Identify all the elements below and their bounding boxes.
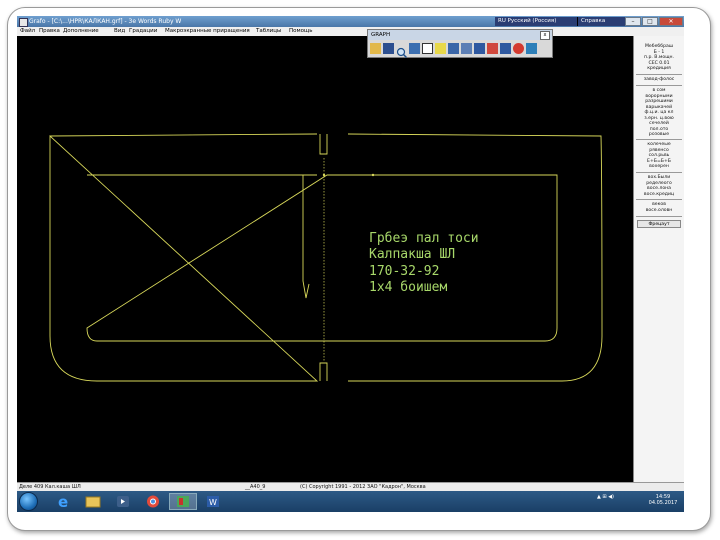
print-icon[interactable] xyxy=(409,43,420,54)
panel-block-2: завод-фолос xyxy=(636,77,682,83)
word-icon[interactable]: W xyxy=(199,493,227,510)
help-label[interactable]: Справка xyxy=(577,17,629,26)
grafo-icon[interactable] xyxy=(169,493,197,510)
svg-text:e: e xyxy=(58,493,68,510)
media-icon[interactable] xyxy=(109,493,137,510)
ref-point xyxy=(371,173,375,177)
save-icon[interactable] xyxy=(383,43,394,54)
tools-icon[interactable] xyxy=(461,43,472,54)
properties-panel: Мебеббраш Б - 1 п.р. В.мощн. СЕС 0.01 кр… xyxy=(633,36,684,482)
menu-gradations[interactable]: Градации xyxy=(129,27,157,36)
panel-action-button[interactable]: Фрецаут xyxy=(637,220,681,228)
drawing-text-line-3: 170-32-92 xyxy=(369,264,439,279)
clock[interactable]: 14:59 04.05.2017 xyxy=(643,494,683,506)
drawing-text-line-2: Калпакша ШЛ xyxy=(369,247,455,262)
window-title: Grafo - [C:\...\HPR\КАЛКАН.grf] - 3e Wor… xyxy=(29,18,182,25)
drawing-text-line-4: 1x4 боишем xyxy=(369,280,447,295)
graph-toolbar[interactable]: GRAPH x xyxy=(367,29,553,59)
panel-block-6: веков восе.оловн xyxy=(636,202,682,213)
panel-text: кредиция xyxy=(647,66,671,71)
status-bar: Деле 409 Кал.каша ШЛ __А40_9 (С) Copyrig… xyxy=(17,482,684,491)
status-copyright: (С) Copyright 1991 - 2012 ЗАО "Кадрон", … xyxy=(300,484,426,490)
panel-divider xyxy=(636,172,682,173)
anchor-icon[interactable] xyxy=(487,43,498,54)
ruler-icon[interactable] xyxy=(435,43,446,54)
language-label: RU Русский (Россия) xyxy=(498,18,557,24)
menu-help[interactable]: Помощь xyxy=(289,27,312,36)
title-bar: Grafo - [C:\...\HPR\КАЛКАН.grf] - 3e Wor… xyxy=(17,16,684,27)
screen: Grafo - [C:\...\HPR\КАЛКАН.grf] - 3e Wor… xyxy=(17,16,684,512)
panel-divider xyxy=(636,216,682,217)
language-indicator[interactable]: RU Русский (Россия) Справка xyxy=(495,17,629,26)
panel-text: розовые xyxy=(648,132,670,137)
panel-block-5: вох.Были ределеого восе.лона восе.кредиц xyxy=(636,175,682,197)
panel-text: восе.оловн xyxy=(645,207,673,213)
menu-view[interactable]: Вид xyxy=(114,27,125,36)
app-icon xyxy=(19,18,28,27)
toolbar-close-button[interactable]: x xyxy=(540,31,550,40)
menu-tables[interactable]: Таблицы xyxy=(256,27,281,36)
menu-bar: Файл Правка Дополнение Вид Градации Макр… xyxy=(17,27,684,36)
chrome-icon[interactable] xyxy=(139,493,167,510)
panel-block-4: колечеые рявенсо сол.рьвь Е+Б=Б+Б вохере… xyxy=(636,142,682,170)
mail-icon[interactable] xyxy=(526,43,537,54)
open-folder-icon[interactable] xyxy=(370,43,381,54)
center-point xyxy=(322,173,326,177)
zoom-icon[interactable] xyxy=(396,43,408,59)
window-icon[interactable] xyxy=(422,43,433,54)
taskbar: e W ▲ ⊞ ◀) 14:59 04.05.2017 xyxy=(17,491,684,512)
status-middle: __А40_9 xyxy=(245,484,266,490)
toolbar-title: GRAPH xyxy=(368,30,552,40)
explorer-icon[interactable] xyxy=(79,493,107,510)
clock-date: 04.05.2017 xyxy=(648,500,678,506)
drawing-text-line-1: Грбеэ пал тоси xyxy=(369,231,479,246)
tray-icons[interactable]: ▲ ⊞ ◀) xyxy=(597,494,614,500)
panel-block-3: в сом ворорными разрешими варыкачей ф.ц.… xyxy=(636,88,682,138)
svg-text:W: W xyxy=(209,498,217,507)
panel-text: восе.кредиц xyxy=(643,191,675,197)
panel-block-1: Мебеббраш Б - 1 п.р. В.мощн. СЕС 0.01 кр… xyxy=(636,44,682,72)
top-notch xyxy=(319,134,328,155)
menu-macro[interactable]: Макроэкранные приращения xyxy=(165,27,250,36)
menu-file[interactable]: Файл xyxy=(20,27,35,36)
close-button[interactable]: ✕ xyxy=(659,17,683,26)
stop-icon[interactable] xyxy=(513,43,524,54)
pattern-drawing: Грбеэ пал тоси Калпакша ШЛ 170-32-92 1x4… xyxy=(49,133,603,382)
start-button[interactable] xyxy=(19,492,38,511)
maximize-button[interactable]: □ xyxy=(642,17,658,26)
outer-contour xyxy=(49,133,603,382)
panel-divider xyxy=(636,139,682,140)
slit-line xyxy=(302,175,310,299)
panel-text: завод-фолос xyxy=(643,77,675,82)
weight-icon[interactable] xyxy=(500,43,511,54)
panel-divider xyxy=(636,199,682,200)
menu-edit[interactable]: Правка xyxy=(39,27,60,36)
bottom-notch xyxy=(319,362,328,381)
panel-divider xyxy=(636,74,682,75)
status-left: Деле 409 Кал.каша ШЛ xyxy=(19,484,81,490)
minimize-button[interactable]: – xyxy=(625,17,641,26)
window-controls: – □ ✕ xyxy=(625,17,683,26)
panel-divider xyxy=(636,85,682,86)
menu-addons[interactable]: Дополнение xyxy=(63,27,99,36)
toolbar-buttons xyxy=(370,42,552,59)
ie-icon[interactable]: e xyxy=(50,493,78,511)
grid-icon[interactable] xyxy=(448,43,459,54)
text-icon[interactable] xyxy=(474,43,485,54)
drawing-canvas[interactable]: Грбеэ пал тоси Калпакша ШЛ 170-32-92 1x4… xyxy=(17,36,633,482)
panel-text: вохерен xyxy=(649,164,669,169)
inner-contour xyxy=(86,174,558,342)
